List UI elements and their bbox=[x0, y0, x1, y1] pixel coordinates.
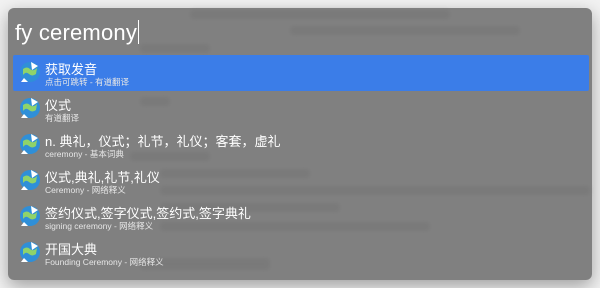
result-subtitle: 点击可跳转 - 有道翻译 bbox=[45, 77, 130, 87]
result-subtitle: 有道翻译 bbox=[45, 113, 80, 123]
search-input[interactable]: fy ceremony bbox=[8, 8, 592, 56]
result-subtitle: Founding Ceremony - 网络释义 bbox=[45, 257, 164, 267]
result-row[interactable]: 开国大典 Founding Ceremony - 网络释义 bbox=[13, 235, 589, 271]
result-row[interactable]: 仪式 有道翻译 bbox=[13, 91, 589, 127]
youdao-globe-icon bbox=[20, 170, 40, 190]
launcher-panel: fy ceremony 获取发音 点击可跳转 - 有道翻译 仪式 有道翻译 n.… bbox=[8, 8, 592, 280]
results-list: 获取发音 点击可跳转 - 有道翻译 仪式 有道翻译 n. 典礼，仪式；礼节，礼仪… bbox=[13, 55, 589, 271]
result-subtitle: signing ceremony - 网络释义 bbox=[45, 221, 154, 231]
youdao-globe-icon bbox=[20, 242, 40, 262]
result-row[interactable]: 签约仪式,签字仪式,签约式,签字典礼 signing ceremony - 网络… bbox=[13, 199, 589, 235]
text-caret bbox=[138, 20, 140, 44]
youdao-globe-icon bbox=[20, 62, 40, 82]
youdao-globe-icon bbox=[20, 134, 40, 154]
query-text[interactable]: fy ceremony bbox=[15, 20, 140, 46]
result-subtitle: ceremony - 基本词典 bbox=[45, 149, 124, 159]
youdao-globe-icon bbox=[20, 206, 40, 226]
result-row[interactable]: 仪式,典礼,礼节,礼仪 Ceremony - 网络释义 bbox=[13, 163, 589, 199]
youdao-globe-icon bbox=[20, 98, 40, 118]
result-row[interactable]: n. 典礼，仪式；礼节，礼仪；客套，虚礼 ceremony - 基本词典 bbox=[13, 127, 589, 163]
result-row[interactable]: 获取发音 点击可跳转 - 有道翻译 bbox=[13, 55, 589, 91]
result-subtitle: Ceremony - 网络释义 bbox=[45, 185, 126, 195]
